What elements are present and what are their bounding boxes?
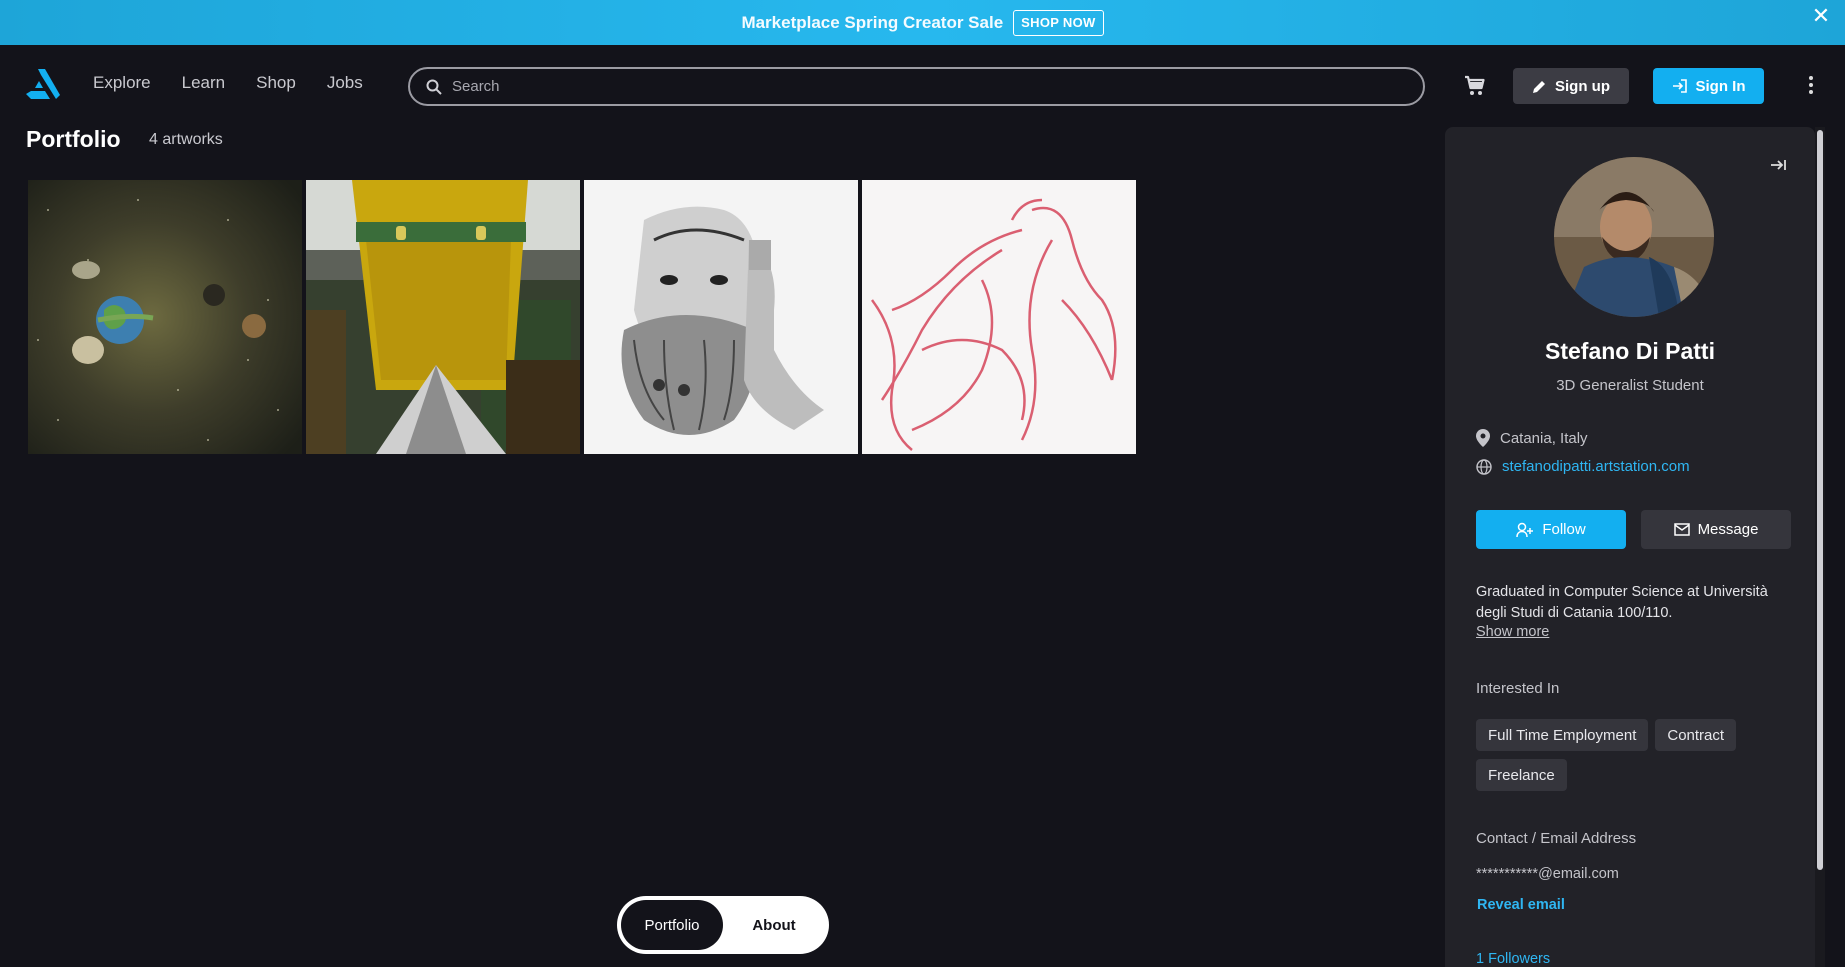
sign-in-label: Sign In [1695, 77, 1746, 95]
profile-name: Stefano Di Patti [1545, 338, 1715, 364]
chip-contract[interactable]: Contract [1655, 719, 1737, 751]
artworks-count: 4 artworks [149, 131, 223, 148]
search-bar[interactable] [408, 67, 1425, 106]
mail-icon [1673, 523, 1690, 536]
nav-shop[interactable]: Shop [256, 73, 296, 93]
nav-explore[interactable]: Explore [93, 73, 151, 93]
globe-icon [1476, 458, 1492, 475]
shop-now-button[interactable]: SHOP NOW [1013, 9, 1104, 36]
artwork-tile-space-scene[interactable] [28, 180, 302, 454]
reveal-email-link[interactable]: Reveal email [1477, 897, 1565, 913]
avatar [1554, 157, 1714, 317]
artwork-tile-red-sketch-figure[interactable] [862, 180, 1136, 454]
interested-in-label: Interested In [1476, 680, 1560, 697]
artwork-tile-pencil-sketch-face[interactable] [584, 180, 858, 454]
top-nav: Explore Learn Shop Jobs Sign up Sign In [0, 45, 1845, 127]
toggle-portfolio[interactable]: Portfolio [621, 900, 723, 950]
search-input[interactable] [452, 78, 1352, 95]
location-text: Catania, Italy [1500, 429, 1588, 447]
close-icon[interactable]: ✕ [1811, 5, 1831, 27]
more-options-icon[interactable] [1806, 76, 1816, 96]
profile-role: 3D Generalist Student [1556, 377, 1704, 394]
collapse-sidebar-icon[interactable] [1770, 157, 1788, 173]
pencil-icon [1533, 80, 1545, 93]
message-label: Message [1697, 521, 1759, 538]
follow-label: Follow [1542, 521, 1586, 538]
nav-learn[interactable]: Learn [182, 73, 225, 93]
portfolio-about-toggle: Portfolio About [617, 896, 829, 954]
followers-link[interactable]: 1 Followers [1476, 951, 1550, 967]
show-more-link[interactable]: Show more [1476, 624, 1549, 640]
artwork-grid [28, 180, 1136, 454]
profile-bio: Graduated in Computer Science at Univers… [1476, 584, 1768, 621]
page-title: Portfolio [26, 126, 121, 152]
sign-up-button[interactable]: Sign up [1513, 68, 1629, 104]
chip-freelance[interactable]: Freelance [1476, 759, 1567, 791]
follow-button[interactable]: Follow [1476, 510, 1626, 549]
sign-in-icon [1672, 79, 1687, 93]
nav-jobs[interactable]: Jobs [327, 73, 363, 93]
add-user-icon [1516, 522, 1534, 537]
cart-icon[interactable] [1463, 74, 1487, 98]
promo-banner: Marketplace Spring Creator Sale SHOP NOW… [0, 0, 1845, 45]
website-link[interactable]: stefanodipatti.artstation.com [1502, 458, 1690, 475]
banner-text: Marketplace Spring Creator Sale [741, 12, 1004, 32]
masked-email: ***********@email.com [1476, 866, 1619, 882]
artstation-logo[interactable] [26, 69, 60, 99]
website-row[interactable]: stefanodipatti.artstation.com [1476, 458, 1690, 475]
contact-label: Contact / Email Address [1476, 830, 1637, 847]
sign-in-button[interactable]: Sign In [1653, 68, 1764, 104]
sign-up-label: Sign up [1555, 77, 1610, 95]
location-pin-icon [1476, 429, 1490, 447]
sidebar-scrollbar[interactable] [1817, 130, 1823, 870]
nav-links: Explore Learn Shop Jobs [93, 73, 394, 93]
interest-chips: Full Time Employment Contract Freelance [1476, 719, 1796, 791]
message-button[interactable]: Message [1641, 510, 1791, 549]
toggle-about[interactable]: About [723, 900, 825, 950]
location-row: Catania, Italy [1476, 429, 1588, 447]
chip-full-time[interactable]: Full Time Employment [1476, 719, 1649, 751]
artwork-tile-yellow-robot[interactable] [306, 180, 580, 454]
search-icon [426, 79, 442, 95]
